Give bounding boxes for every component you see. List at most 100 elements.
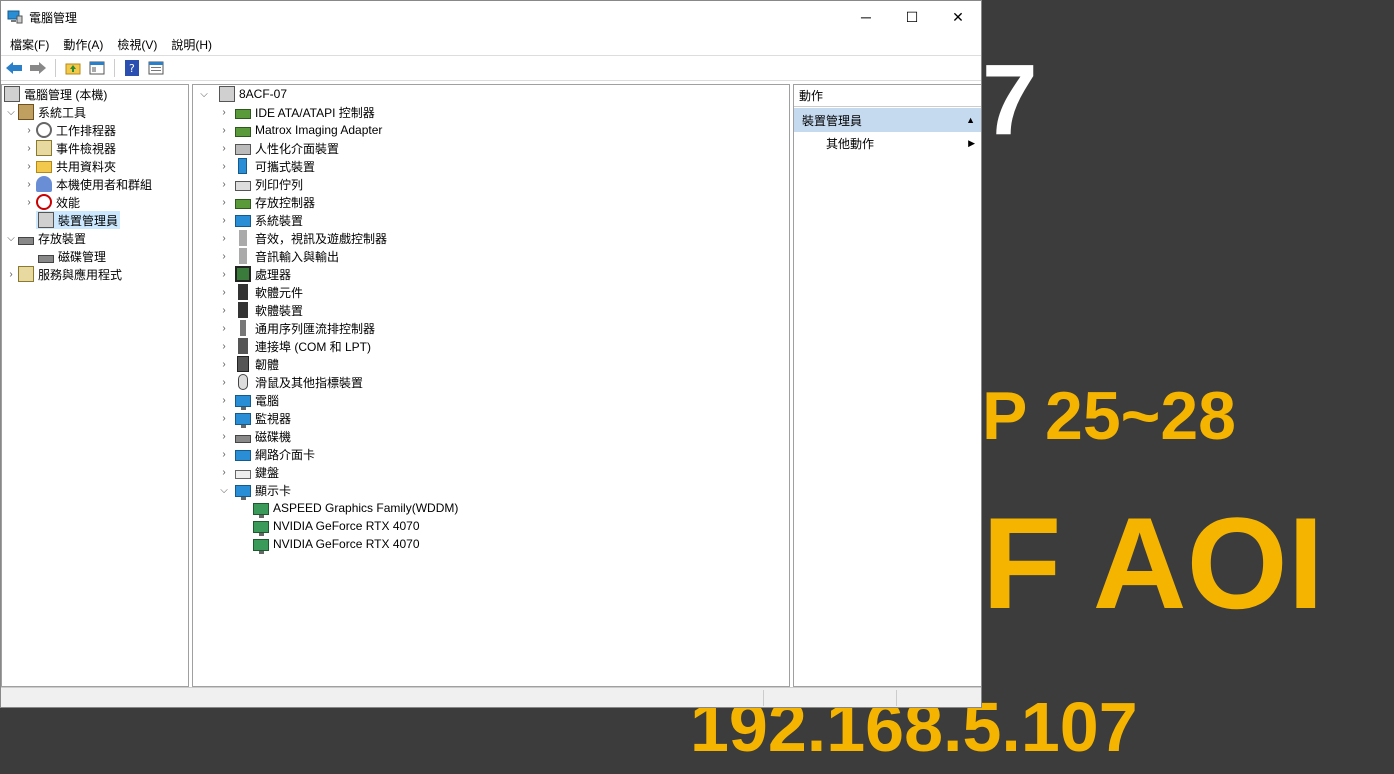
device-category-label: 滑鼠及其他指標裝置 <box>255 375 364 390</box>
chevron-right-icon[interactable]: › <box>217 157 231 175</box>
tree-item-disk-management[interactable]: 磁碟管理 <box>2 247 188 265</box>
collapse-up-icon[interactable]: ▲ <box>966 115 975 125</box>
tree-item-storage[interactable]: ⌵ 存放裝置 <box>2 229 188 247</box>
wallpaper-text-top: 7 <box>982 44 1038 156</box>
device-category[interactable]: › 列印佇列 <box>193 175 789 193</box>
window-title: 電腦管理 <box>29 10 78 25</box>
chevron-right-icon[interactable]: › <box>217 139 231 157</box>
chevron-right-icon[interactable]: › <box>217 319 231 337</box>
chevron-right-icon[interactable]: › <box>217 247 231 265</box>
chevron-right-icon[interactable]: › <box>217 337 231 355</box>
device-category[interactable]: › 音訊輸入與輸出 <box>193 247 789 265</box>
device-item[interactable]: NVIDIA GeForce RTX 4070 <box>193 517 789 536</box>
device-category[interactable]: › 人性化介面裝置 <box>193 139 789 157</box>
device-category[interactable]: › 磁碟機 <box>193 427 789 445</box>
menu-file[interactable]: 檔案(F) <box>3 36 56 53</box>
chevron-right-icon[interactable]: › <box>217 373 231 391</box>
device-tree-root[interactable]: ⌵ 8ACF-07 <box>193 85 789 103</box>
device-category[interactable]: › 可攜式裝置 <box>193 157 789 175</box>
chevron-right-icon[interactable]: › <box>217 301 231 319</box>
chevron-right-icon[interactable]: › <box>22 139 36 157</box>
tree-item-task-scheduler[interactable]: › 工作排程器 <box>2 121 188 139</box>
submenu-arrow-icon: ▶ <box>968 137 975 148</box>
chevron-right-icon[interactable]: › <box>217 175 231 193</box>
chevron-right-icon[interactable]: › <box>22 175 36 193</box>
close-button[interactable]: ✕ <box>935 1 981 33</box>
tree-item-event-viewer[interactable]: › 事件檢視器 <box>2 139 188 157</box>
maximize-button[interactable]: ☐ <box>889 1 935 33</box>
tree-item-label: 共用資料夾 <box>56 159 117 174</box>
chevron-right-icon[interactable]: › <box>217 427 231 445</box>
device-category-label: 連接埠 (COM 和 LPT) <box>255 339 371 354</box>
device-category[interactable]: › 連接埠 (COM 和 LPT) <box>193 337 789 355</box>
title-bar[interactable]: 電腦管理 ─ ☐ ✕ <box>1 1 981 33</box>
minimize-button[interactable]: ─ <box>843 1 889 33</box>
chevron-right-icon[interactable]: › <box>217 283 231 301</box>
device-category[interactable]: › 音效，視訊及遊戲控制器 <box>193 229 789 247</box>
chevron-right-icon[interactable]: › <box>217 391 231 409</box>
adapter-icon <box>235 126 251 137</box>
chevron-down-icon[interactable]: ⌵ <box>197 85 211 103</box>
chevron-right-icon[interactable]: › <box>217 265 231 283</box>
up-folder-icon[interactable] <box>62 57 84 79</box>
chevron-right-icon[interactable]: › <box>22 193 36 211</box>
device-category[interactable]: › 處理器 <box>193 265 789 283</box>
device-category[interactable]: › IDE ATA/ATAPI 控制器 <box>193 103 789 121</box>
device-category[interactable]: › 電腦 <box>193 391 789 410</box>
more-actions-item[interactable]: 其他動作 ▶ <box>794 132 981 154</box>
actions-section-device-manager[interactable]: 裝置管理員 ▲ <box>794 108 981 132</box>
chevron-down-icon[interactable]: ⌵ <box>4 103 18 121</box>
chevron-right-icon[interactable]: › <box>217 355 231 373</box>
device-category[interactable]: › 監視器 <box>193 409 789 428</box>
chevron-right-icon[interactable]: › <box>217 103 231 121</box>
chevron-right-icon[interactable]: › <box>217 121 231 139</box>
device-category-display-adapters[interactable]: ⌵ 顯示卡 <box>193 481 789 500</box>
chevron-right-icon[interactable]: › <box>217 229 231 247</box>
tree-item-system-tools[interactable]: ⌵ 系統工具 <box>2 103 188 121</box>
tree-item-device-manager[interactable]: 裝置管理員 <box>2 211 188 229</box>
device-category[interactable]: › 通用序列匯流排控制器 <box>193 319 789 337</box>
forward-arrow-icon[interactable] <box>27 57 49 79</box>
device-item[interactable]: ASPEED Graphics Family(WDDM) <box>193 499 789 518</box>
device-category[interactable]: › 網路介面卡 <box>193 445 789 463</box>
menu-view[interactable]: 檢視(V) <box>110 36 164 53</box>
device-category-label: 音訊輸入與輸出 <box>255 249 340 264</box>
device-category[interactable]: › 系統裝置 <box>193 211 789 229</box>
chevron-down-icon[interactable]: ⌵ <box>4 229 18 247</box>
tree-item-services-apps[interactable]: › 服務與應用程式 <box>2 265 188 283</box>
device-category[interactable]: › 滑鼠及其他指標裝置 <box>193 373 789 391</box>
menu-help[interactable]: 說明(H) <box>164 36 219 53</box>
chevron-right-icon[interactable]: › <box>217 211 231 229</box>
tree-item-local-users[interactable]: › 本機使用者和群組 <box>2 175 188 193</box>
tree-item-performance[interactable]: › 效能 <box>2 193 188 211</box>
device-item[interactable]: NVIDIA GeForce RTX 4070 <box>193 535 789 554</box>
device-category[interactable]: › 軟體元件 <box>193 283 789 301</box>
device-category[interactable]: › Matrox Imaging Adapter <box>193 121 789 139</box>
chevron-right-icon[interactable]: › <box>4 265 18 283</box>
back-arrow-icon[interactable] <box>3 57 25 79</box>
chevron-right-icon[interactable]: › <box>217 463 231 481</box>
tree-item-label: 裝置管理員 <box>58 213 119 228</box>
status-separator <box>763 690 764 706</box>
chevron-right-icon[interactable]: › <box>217 193 231 211</box>
status-bar <box>1 687 981 707</box>
device-category-label: 網路介面卡 <box>255 447 316 462</box>
show-hide-tree-icon[interactable] <box>86 57 108 79</box>
tree-item-shared-folders[interactable]: › 共用資料夾 <box>2 157 188 175</box>
device-category-label: 磁碟機 <box>255 429 292 444</box>
chevron-right-icon[interactable]: › <box>217 445 231 463</box>
chevron-right-icon[interactable]: › <box>22 157 36 175</box>
chevron-down-icon[interactable]: ⌵ <box>217 481 231 499</box>
device-category[interactable]: › 軟體裝置 <box>193 301 789 319</box>
device-category[interactable]: › 存放控制器 <box>193 193 789 211</box>
device-category[interactable]: › 韌體 <box>193 355 789 373</box>
menu-action[interactable]: 動作(A) <box>56 36 110 53</box>
help-icon[interactable]: ? <box>121 57 143 79</box>
chevron-right-icon[interactable]: › <box>22 121 36 139</box>
selected-item[interactable]: 裝置管理員 <box>36 211 121 229</box>
properties-icon[interactable] <box>145 57 167 79</box>
chevron-right-icon[interactable]: › <box>217 409 231 427</box>
tree-root[interactable]: 電腦管理 (本機) <box>2 85 188 103</box>
event-log-icon <box>36 140 52 156</box>
device-category[interactable]: › 鍵盤 <box>193 463 789 481</box>
